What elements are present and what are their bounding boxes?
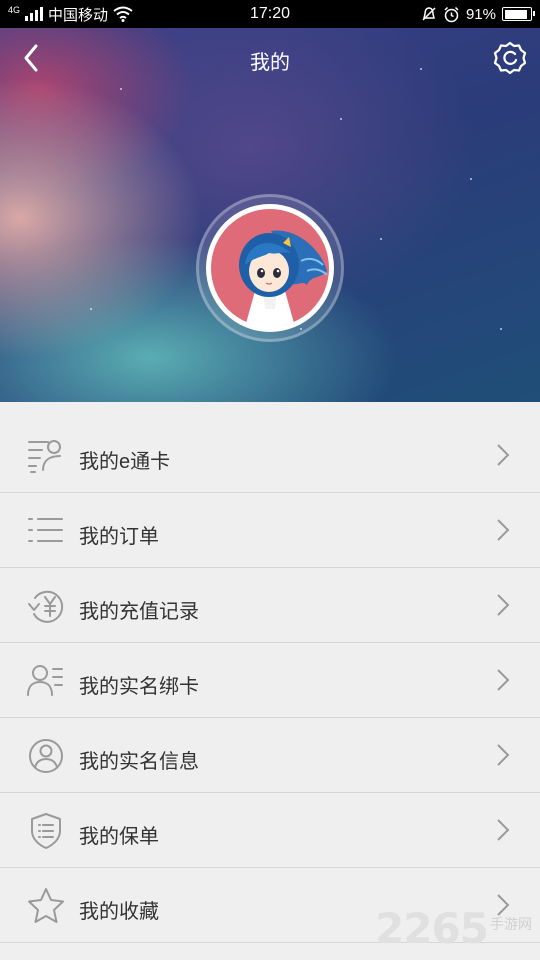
menu-item-recharge-records[interactable]: 我的充值记录	[0, 568, 540, 643]
chevron-right-icon	[497, 669, 510, 691]
card-icon	[28, 440, 61, 473]
recharge-yuan-icon	[28, 590, 64, 623]
watermark-number: 2265	[375, 904, 489, 953]
network-type: 4G	[8, 4, 21, 15]
mute-bell-icon	[422, 7, 436, 21]
user-circle-icon	[29, 739, 63, 773]
menu-item-label: 我的充值记录	[79, 601, 199, 623]
site-watermark: 2265 手游网	[375, 908, 532, 950]
status-bar: 4G 中国移动 17:20 91%	[0, 0, 540, 28]
chevron-right-icon	[497, 744, 510, 766]
menu-item-label: 我的实名信息	[79, 751, 199, 773]
chevron-right-icon	[497, 819, 510, 841]
menu-item-realname-card[interactable]: 我的实名绑卡	[0, 643, 540, 718]
menu-item-policy[interactable]: 我的保单	[0, 793, 540, 868]
settings-icon[interactable]	[492, 40, 528, 76]
profile-menu: 我的e通卡 我的订单 我的充值记录 我的实名绑卡 我的实名信息 我的保单 我的收…	[0, 418, 540, 943]
profile-header: 我的	[0, 28, 540, 402]
menu-item-ecard[interactable]: 我的e通卡	[0, 418, 540, 493]
battery-icon	[502, 7, 535, 21]
page-title: 我的	[250, 52, 290, 74]
status-left: 4G 中国移动	[8, 4, 133, 25]
signal-icon	[25, 7, 44, 21]
list-icon	[28, 518, 63, 542]
user-card-icon	[27, 665, 63, 696]
status-right: 91%	[421, 5, 535, 23]
avatar[interactable]	[206, 204, 334, 332]
menu-item-label: 我的收藏	[79, 901, 159, 923]
watermark-text: 手游网	[490, 916, 532, 932]
shield-icon	[31, 813, 61, 849]
chevron-right-icon	[497, 594, 510, 616]
menu-item-realname-info[interactable]: 我的实名信息	[0, 718, 540, 793]
star-icon	[28, 888, 64, 923]
chevron-right-icon	[497, 519, 510, 541]
wifi-icon	[113, 6, 133, 22]
menu-item-orders[interactable]: 我的订单	[0, 493, 540, 568]
menu-item-label: 我的保单	[79, 826, 159, 848]
alarm-icon	[444, 6, 459, 22]
carrier-name: 中国移动	[48, 6, 109, 24]
avatar-image	[211, 209, 329, 327]
menu-item-label: 我的订单	[79, 526, 159, 548]
battery-percent: 91%	[465, 5, 496, 23]
menu-item-label: 我的实名绑卡	[79, 676, 199, 698]
chevron-right-icon	[497, 444, 510, 466]
menu-item-label: 我的e通卡	[79, 451, 171, 473]
